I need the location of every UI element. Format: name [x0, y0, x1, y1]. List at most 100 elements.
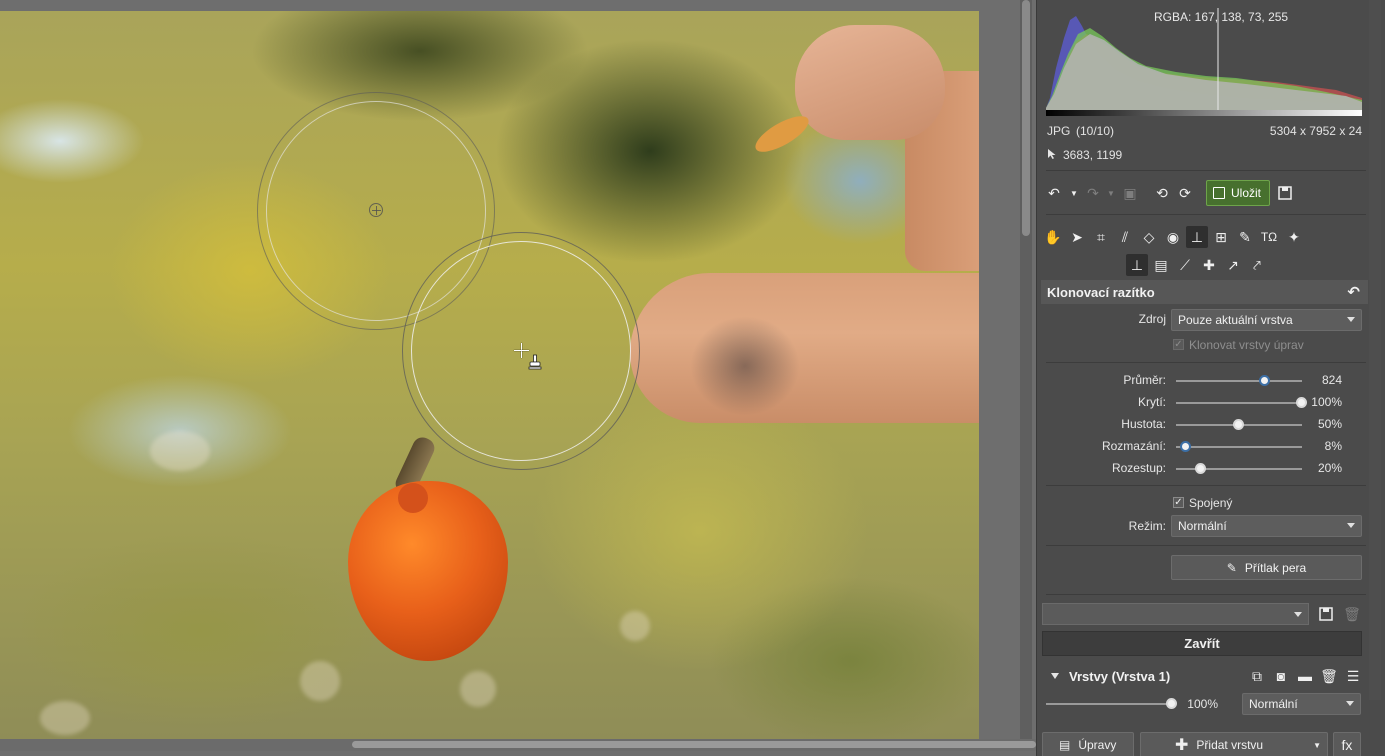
gradient-icon[interactable]: ▤ — [1150, 254, 1172, 276]
panel-scrollbar[interactable] — [1369, 0, 1381, 700]
layer-blend-dropdown[interactable]: Normální — [1242, 693, 1361, 715]
image-dimensions: 5304 x 7952 x 24 — [1269, 124, 1362, 138]
connected-checkbox[interactable]: ✓ — [1173, 497, 1184, 508]
save-button-label: Uložit — [1231, 186, 1262, 200]
smudge-icon[interactable]: ↗ — [1222, 254, 1244, 276]
red-eye-icon[interactable]: ◉ — [1162, 226, 1184, 248]
slider-track[interactable] — [1176, 446, 1302, 448]
slider-label: Rozestup: — [1111, 461, 1166, 475]
layer-opacity-value: 100% — [1187, 697, 1218, 711]
edits-icon: ▤ — [1059, 738, 1071, 752]
folder-icon[interactable]: ▬ — [1294, 665, 1316, 687]
save-button[interactable]: Uložit — [1206, 180, 1270, 206]
edits-label: Úpravy — [1078, 738, 1117, 752]
rgba-readout: RGBA: 167, 138, 73, 255 — [1154, 10, 1289, 24]
crop-icon[interactable]: ⌗ — [1090, 226, 1112, 248]
histogram-chart — [1046, 8, 1362, 110]
horizontal-scrollbar[interactable] — [0, 739, 1036, 751]
save-icon — [1213, 187, 1225, 199]
transform-icon[interactable]: ◇ — [1138, 226, 1160, 248]
layer-blend-value: Normální — [1249, 697, 1298, 711]
slider-label: Krytí: — [1137, 395, 1166, 409]
slider-value: 50% — [1317, 417, 1342, 431]
collapse-triangle-icon[interactable] — [1051, 673, 1059, 679]
pen-icon: ✎ — [1226, 560, 1237, 575]
plus-icon: ✚ — [1175, 737, 1189, 754]
mode-dropdown-value: Normální — [1178, 519, 1227, 533]
slider-value: 824 — [1321, 373, 1342, 387]
clone-stamp-icon[interactable]: ⊥ — [1126, 254, 1148, 276]
clone-adjust-layers-checkbox[interactable]: ✓ — [1173, 339, 1184, 350]
crosshair-cursor-icon — [514, 343, 529, 358]
select-arrow-icon[interactable]: ➤ — [1066, 226, 1088, 248]
layer-opacity-knob[interactable] — [1166, 698, 1177, 709]
slider-label: Průměr: — [1123, 373, 1166, 387]
source-label: Zdroj — [1138, 312, 1166, 326]
slider-track[interactable] — [1176, 402, 1302, 404]
mode-label: Režim: — [1128, 519, 1166, 533]
layer-opacity-track[interactable] — [1046, 703, 1172, 705]
vertical-scrollbar[interactable] — [1020, 0, 1032, 740]
fx-button[interactable]: fx — [1333, 732, 1361, 756]
slider-label: Rozmazání: — [1101, 439, 1166, 453]
preset-dropdown[interactable] — [1042, 603, 1309, 625]
reset-arrow-icon[interactable]: ↶ — [1347, 283, 1360, 301]
clone-stamp-title: Klonovací razítko — [1047, 284, 1155, 300]
undo-icon[interactable]: ↶ — [1043, 182, 1065, 204]
rotate-left-icon[interactable]: ⟲ — [1151, 182, 1173, 204]
slider-track[interactable] — [1176, 380, 1302, 382]
rotate-right-icon[interactable]: ⟳ — [1174, 182, 1196, 204]
source-dropdown[interactable]: Pouze aktuální vrstva — [1171, 309, 1362, 331]
delete-preset-icon[interactable]: 🗑 — [1341, 603, 1363, 625]
chevron-down-icon — [1346, 701, 1354, 706]
slider-value: 20% — [1317, 461, 1342, 475]
slider-value: 8% — [1324, 439, 1342, 453]
canvas-area[interactable] — [0, 0, 1036, 756]
file-format: JPG — [1047, 124, 1071, 138]
add-layer-button[interactable]: ✚ Přidat vrstvu ▼ — [1140, 732, 1328, 756]
vertical-scroll-thumb[interactable] — [1022, 0, 1030, 236]
layer-mask-icon[interactable]: ◙ — [1270, 665, 1292, 687]
healing-icon[interactable]: ✚ — [1198, 254, 1220, 276]
effects-icon[interactable]: ✦ — [1283, 226, 1305, 248]
mode-dropdown[interactable]: Normální — [1171, 515, 1362, 537]
source-dropdown-value: Pouze aktuální vrstva — [1178, 313, 1293, 327]
pen-pressure-label: Přítlak pera — [1244, 560, 1307, 575]
horizontal-scroll-thumb[interactable] — [352, 741, 1036, 748]
add-layer-label: Přidat vrstvu — [1196, 738, 1264, 752]
brush-icon[interactable]: ✎ — [1234, 226, 1256, 248]
compare-image-icon[interactable]: ▣ — [1119, 182, 1141, 204]
close-button[interactable]: Zavřít — [1042, 631, 1362, 656]
clone-stamp-header: Klonovací razítko ↶ — [1041, 280, 1368, 304]
save-preset-icon[interactable] — [1315, 603, 1337, 625]
clone-source-marker-icon — [369, 203, 383, 217]
slider-knob[interactable] — [1233, 419, 1244, 430]
brush-stroke-icon[interactable]: ⟋ — [1174, 254, 1196, 276]
delete-layer-icon[interactable]: 🗑 — [1318, 665, 1340, 687]
retouch-icon[interactable]: ⤤ — [1246, 254, 1268, 276]
app-window: RGBA: 167, 138, 73, 255 JPG (10/10) 5304… — [0, 0, 1385, 756]
slider-label: Hustota: — [1121, 417, 1166, 431]
save-as-icon[interactable] — [1274, 182, 1296, 204]
stamp-cursor-icon — [528, 354, 542, 370]
file-index: (10/10) — [1076, 124, 1115, 138]
duplicate-layer-icon[interactable]: ⧉ — [1246, 665, 1268, 687]
menu-icon[interactable]: ☰ — [1342, 665, 1364, 687]
text-icon[interactable]: TΩ — [1258, 226, 1280, 248]
chevron-down-icon — [1294, 612, 1302, 617]
perspective-icon[interactable]: ⫽ — [1114, 226, 1136, 248]
slider-knob[interactable] — [1180, 441, 1192, 452]
slider-value: 100% — [1311, 395, 1342, 409]
hand-icon[interactable]: ✋ — [1042, 226, 1064, 248]
chevron-down-icon — [1347, 523, 1355, 528]
chevron-down-icon[interactable]: ▼ — [1313, 741, 1321, 750]
grid-icon[interactable]: ⊞ — [1210, 226, 1232, 248]
layers-title: Vrstvy (Vrstva 1) — [1069, 668, 1171, 684]
histogram-gradient-bar — [1046, 110, 1362, 116]
edits-button[interactable]: ▤ Úpravy — [1042, 732, 1134, 756]
clone-adjust-layers-label: Klonovat vrstvy úprav — [1189, 338, 1304, 352]
cursor-coordinates: 3683, 1199 — [1063, 148, 1123, 162]
chevron-down-icon — [1347, 317, 1355, 322]
pen-pressure-button[interactable]: ✎ Přítlak pera — [1171, 555, 1362, 580]
clone-stamp-tool-icon[interactable]: ⊥ — [1186, 226, 1208, 248]
